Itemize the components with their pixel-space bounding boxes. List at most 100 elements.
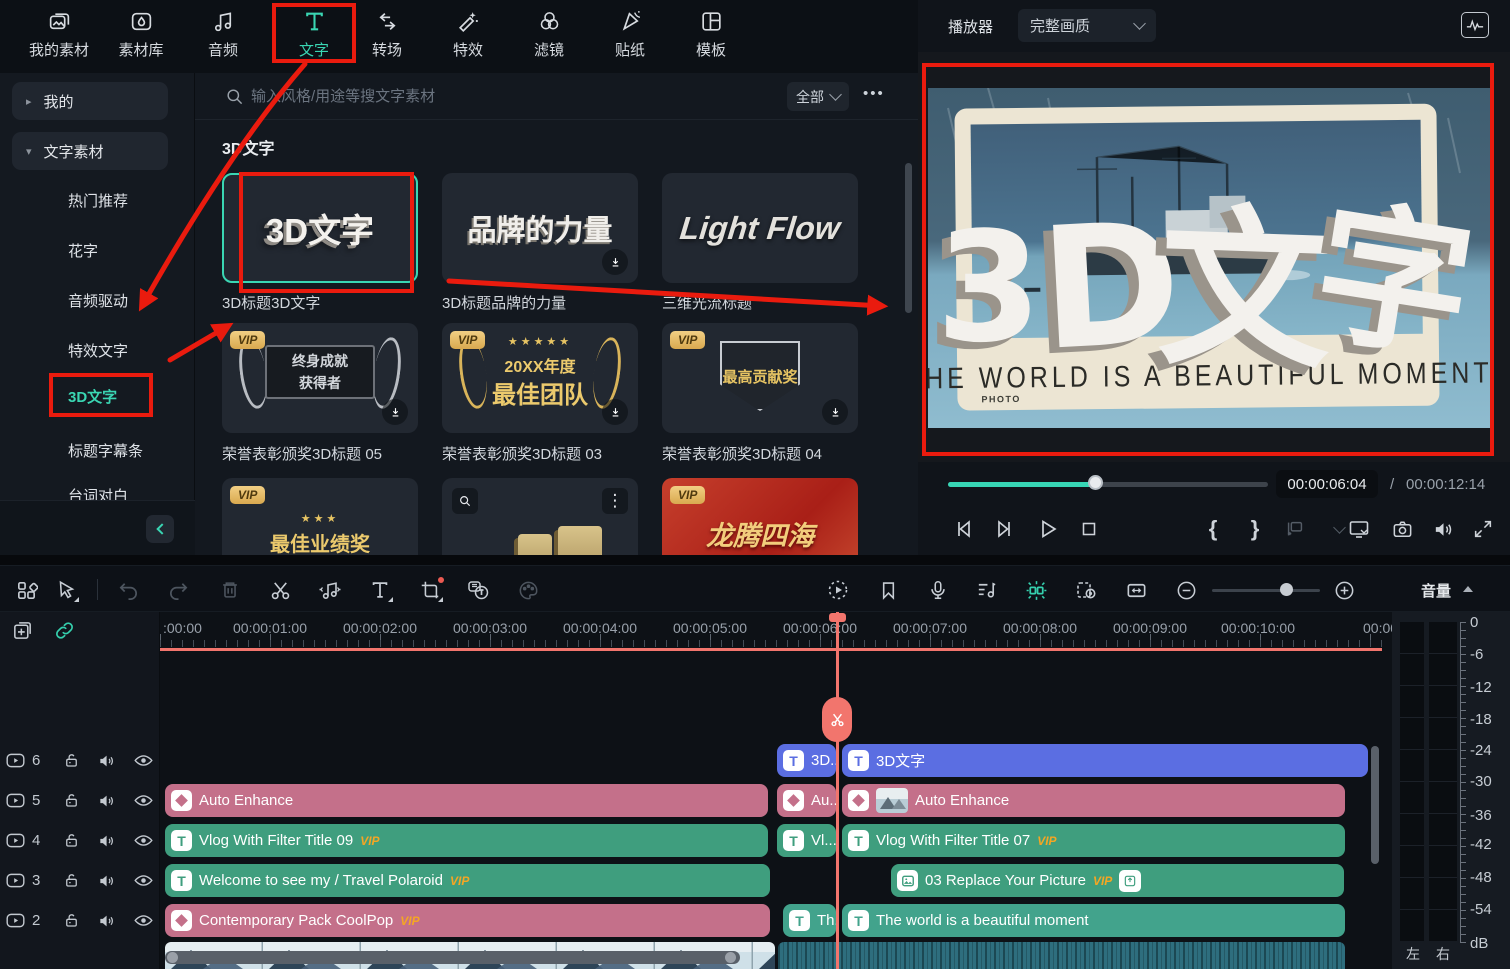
timeline-clip[interactable]: Contemporary Pack CoolPop VIP (165, 904, 770, 937)
text-tool-button[interactable] (366, 576, 394, 604)
nav-item-transitions[interactable]: 转场 (346, 8, 428, 66)
visibility-eye-icon[interactable] (128, 790, 158, 811)
nav-item-my-media[interactable]: 我的素材 (18, 8, 100, 66)
visibility-eye-icon[interactable] (128, 870, 158, 891)
sidebar-item-3d-text[interactable]: 3D文字 (68, 386, 117, 407)
timeline-clip[interactable]: 03 Replace Your Picture VIP (891, 864, 1344, 897)
sidebar-item-titles[interactable]: 标题字幕条 (68, 440, 143, 461)
marker-button[interactable] (1278, 512, 1312, 546)
sidebar-group-text-assets[interactable]: ▾ 文字素材 (12, 132, 168, 170)
volume-panel-title[interactable]: 音量 (1421, 580, 1451, 601)
scrollbar-handle[interactable] (725, 952, 736, 963)
preview-zoom-icon[interactable] (452, 488, 478, 514)
asset-card-gold-blocks[interactable] (442, 478, 638, 555)
sidebar-item-audio-driven[interactable]: 音频驱动 (68, 290, 128, 311)
nav-item-effects[interactable]: 特效 (427, 8, 509, 66)
split-scissors-button[interactable] (266, 576, 294, 604)
asset-card-3d-text[interactable]: 3D文字 (222, 173, 418, 283)
download-icon[interactable] (382, 399, 408, 425)
quick-split-scissors-icon[interactable] (822, 697, 852, 742)
asset-card-award-04[interactable]: 最高贡献奖 VIP (662, 323, 858, 433)
timeline-clip[interactable]: Au.. (777, 784, 836, 817)
visibility-eye-icon[interactable] (128, 830, 158, 851)
timeline-zoom-handle[interactable] (1280, 583, 1293, 596)
asset-card-award-05[interactable]: 终身成就获得者 VIP (222, 323, 418, 433)
mirror-display-button[interactable] (1342, 512, 1376, 546)
redo-button[interactable] (164, 576, 192, 604)
filter-dropdown[interactable]: 全部 (787, 82, 849, 111)
mute-icon[interactable] (92, 831, 122, 851)
timeline-clip[interactable]: T Welcome to see my / Travel Polaroid VI… (165, 864, 770, 897)
zoom-out-button[interactable] (1172, 576, 1200, 604)
timeline-clip[interactable]: T Th... (783, 904, 836, 937)
auto-split-button[interactable] (1022, 576, 1050, 604)
lock-icon[interactable] (56, 751, 86, 770)
next-frame-button[interactable] (988, 512, 1022, 546)
asset-card-award-03[interactable]: ★★★★★ 20XX年度 最佳团队 VIP (442, 323, 638, 433)
marker-flag-button[interactable] (874, 576, 902, 604)
player-volume-button[interactable] (1426, 512, 1460, 546)
playhead-handle[interactable] (829, 613, 846, 622)
timeline-clip[interactable]: T Vlog With Filter Title 07 VIP (842, 824, 1345, 857)
replace-picture-icon[interactable] (1119, 870, 1141, 892)
record-voiceover-button[interactable] (924, 576, 952, 604)
timeline-clip[interactable]: Auto Enhance (842, 784, 1345, 817)
crop-tool-button[interactable] (416, 576, 444, 604)
timeline-clip[interactable]: T Vlog With Filter Title 09 VIP (165, 824, 768, 857)
speech-to-text-button[interactable] (464, 576, 492, 604)
download-icon[interactable] (602, 399, 628, 425)
scrollbar-handle[interactable] (167, 952, 178, 963)
audio-detach-button[interactable] (316, 576, 344, 604)
lock-icon[interactable] (56, 791, 86, 810)
timeline-ruler[interactable]: :00:00 00:00:01:00 00:00:02:00 00:00:03:… (160, 612, 1392, 650)
sidebar-item-hot[interactable]: 热门推荐 (68, 190, 128, 211)
previous-frame-button[interactable] (946, 512, 980, 546)
play-button[interactable] (1030, 512, 1064, 546)
timeline-clip[interactable]: T 3D文字 (842, 744, 1368, 777)
sidebar-item-effect-text[interactable]: 特效文字 (68, 340, 128, 361)
stop-button[interactable] (1072, 512, 1106, 546)
mark-out-button[interactable]: } (1238, 512, 1272, 546)
mark-in-button[interactable]: { (1196, 512, 1230, 546)
snapshot-camera-button[interactable] (1385, 512, 1419, 546)
timeline-clip[interactable]: T The world is a beautiful moment (842, 904, 1345, 937)
lock-icon[interactable] (56, 911, 86, 930)
asset-card-brand-power[interactable]: 品牌的力量 (442, 173, 638, 283)
current-timecode[interactable]: 00:00:06:04 (1276, 470, 1378, 498)
audio-mixer-button[interactable] (972, 576, 1000, 604)
timeline-clip[interactable]: T 3D.. (777, 744, 836, 777)
kebab-menu-icon[interactable] (602, 488, 628, 514)
nav-item-filters[interactable]: 滤镜 (508, 8, 590, 66)
timeline-clip[interactable]: Auto Enhance (165, 784, 768, 817)
audio-clip-waveform[interactable] (778, 942, 1345, 969)
fit-timeline-button[interactable] (1122, 576, 1150, 604)
screen-record-button[interactable] (1072, 576, 1100, 604)
render-preview-button[interactable] (824, 576, 852, 604)
marker-chevron-icon[interactable] (1310, 512, 1344, 546)
undo-button[interactable] (114, 576, 142, 604)
nav-item-audio[interactable]: 音频 (182, 8, 264, 66)
link-icon[interactable] (50, 616, 78, 644)
waveform-monitor-button[interactable] (1461, 12, 1489, 38)
select-tool-button[interactable] (52, 576, 80, 604)
color-palette-button[interactable] (514, 576, 542, 604)
asset-card-dragon[interactable]: 龙腾四海 VIP (662, 478, 858, 555)
quality-select[interactable]: 完整画质 (1018, 9, 1156, 42)
sidebar-group-my[interactable]: ▸ 我的 (12, 82, 168, 120)
fullscreen-button[interactable] (1466, 512, 1500, 546)
video-preview[interactable]: THE WORLD IS A BEAUTIFUL MOMENT PHOTO 3 … (928, 88, 1490, 428)
search-input[interactable] (251, 81, 771, 111)
mute-icon[interactable] (92, 871, 122, 891)
visibility-eye-icon[interactable] (128, 910, 158, 931)
nav-item-text[interactable]: 文字 (273, 8, 355, 66)
seek-handle[interactable] (1088, 475, 1103, 490)
add-track-button[interactable] (8, 616, 36, 644)
nav-item-templates[interactable]: 模板 (670, 8, 752, 66)
lock-icon[interactable] (56, 831, 86, 850)
playhead[interactable] (836, 612, 839, 969)
nav-item-stickers[interactable]: 贴纸 (589, 8, 671, 66)
collapse-panel-button[interactable] (146, 515, 174, 543)
timeline-vertical-scrollbar[interactable] (1371, 746, 1379, 864)
delete-button[interactable] (216, 576, 244, 604)
asset-card-best-performance[interactable]: ★★★ 最佳业绩奖 VIP (222, 478, 418, 555)
